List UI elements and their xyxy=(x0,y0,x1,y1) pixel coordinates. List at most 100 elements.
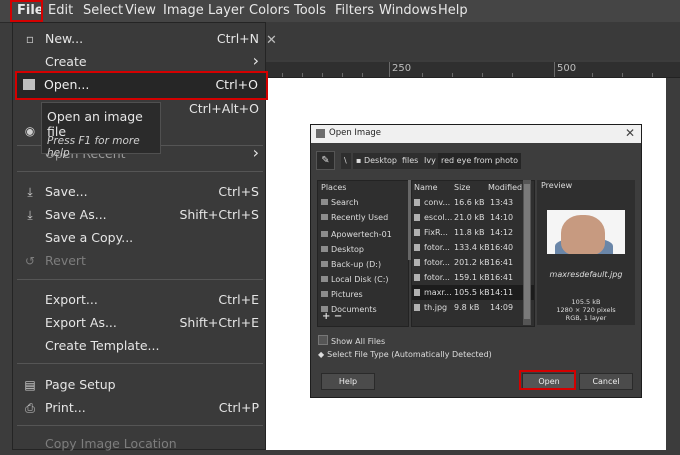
menu-item-new[interactable]: ▫ New... Ctrl+N xyxy=(13,28,267,50)
menu-item-label: Save As... xyxy=(45,207,107,222)
menu-item-export-as[interactable]: Export As... Shift+Ctrl+E xyxy=(13,312,267,334)
menu-colors[interactable]: Colors xyxy=(249,3,290,18)
dialog-titlebar: Open Image ✕ xyxy=(311,125,641,143)
menu-image[interactable]: Image xyxy=(163,3,204,18)
menu-edit[interactable]: Edit xyxy=(48,3,73,18)
menu-item-create-template[interactable]: Create Template... xyxy=(13,335,267,357)
preview-size: 105.5 kB xyxy=(571,298,601,306)
menu-item-label: Copy Image Location xyxy=(45,436,177,451)
breadcrumb-back[interactable]: \ xyxy=(341,153,351,169)
column-header-size[interactable]: Size xyxy=(454,181,470,194)
folder-icon xyxy=(321,231,328,237)
place-drive-c[interactable]: Local Disk (C:) xyxy=(318,272,408,287)
menu-item-label: Page Setup xyxy=(45,377,116,392)
cancel-button[interactable]: Cancel xyxy=(579,373,633,390)
file-size: 201.2 kB xyxy=(454,258,490,267)
menu-item-export[interactable]: Export... Ctrl+E xyxy=(13,289,267,311)
preview-thumbnail[interactable] xyxy=(547,210,625,254)
menu-item-accel: Ctrl+N xyxy=(216,31,259,46)
checkbox-box[interactable] xyxy=(318,335,328,345)
ruler-minor-tick xyxy=(362,73,363,77)
menu-view[interactable]: View xyxy=(125,3,156,18)
place-drive-d[interactable]: Back-up (D:) xyxy=(318,257,408,272)
column-header-name[interactable]: Name xyxy=(414,181,438,194)
ruler-minor-tick xyxy=(652,73,653,77)
file-list-scrollbar[interactable] xyxy=(523,180,531,325)
file-row[interactable]: escol... 21.0 kB 14:10 xyxy=(412,210,534,225)
file-list: Name Size Modified conv... 16.6 kB 13:43 e… xyxy=(411,180,535,327)
thumbnail-face xyxy=(561,215,605,254)
place-search[interactable]: Search xyxy=(318,195,408,210)
menu-item-open[interactable]: Open... Ctrl+O xyxy=(15,71,268,100)
place-pictures[interactable]: Pictures xyxy=(318,287,408,302)
search-icon xyxy=(321,199,328,205)
menu-item-accel: Ctrl+E xyxy=(218,292,259,307)
page-setup-icon: ▤ xyxy=(24,378,36,392)
menu-item-label: Print... xyxy=(45,400,86,415)
show-all-files-checkbox[interactable]: Show All Files xyxy=(318,335,385,346)
file-row[interactable]: fotor... 133.4 kB 16:40 xyxy=(412,240,534,255)
breadcrumb-current[interactable]: red eye from photo xyxy=(438,153,522,169)
menu-select[interactable]: Select xyxy=(83,3,123,18)
image-file-icon xyxy=(414,214,420,221)
file-menu-highlight xyxy=(10,0,43,22)
menu-windows[interactable]: Windows xyxy=(379,3,437,18)
place-label: Back-up (D:) xyxy=(331,260,382,269)
add-remove-bookmark-buttons[interactable]: + − xyxy=(322,311,342,322)
image-file-icon xyxy=(414,274,420,281)
close-icon[interactable]: ✕ xyxy=(625,126,635,140)
preview-header: Preview xyxy=(541,181,573,190)
file-name: conv... xyxy=(424,198,451,207)
file-row[interactable]: fotor... 159.1 kB 16:41 xyxy=(412,270,534,285)
menu-item-save-copy[interactable]: Save a Copy... xyxy=(13,227,267,249)
scrollbar-thumb[interactable] xyxy=(524,184,530,319)
image-file-icon xyxy=(414,244,420,251)
chevron-right-icon: › xyxy=(252,143,259,162)
ruler-minor-tick xyxy=(482,73,483,77)
file-row[interactable]: FixR... 11.8 kB 14:12 xyxy=(412,225,534,240)
open-folder-icon xyxy=(23,79,35,90)
file-row-selected[interactable]: maxr... 105.5 kB 14:11 xyxy=(412,285,534,300)
file-row[interactable]: conv... 16.6 kB 13:43 xyxy=(412,195,534,210)
breadcrumb-ivy[interactable]: Ivy xyxy=(421,153,439,169)
menu-item-save[interactable]: ⤓ Save... Ctrl+S xyxy=(13,181,267,203)
image-file-icon xyxy=(414,229,420,236)
revert-icon: ↺ xyxy=(24,254,36,268)
menu-item-print[interactable]: ⎙ Print... Ctrl+P xyxy=(13,397,267,419)
file-modified: 16:41 xyxy=(490,273,514,282)
drive-icon xyxy=(321,276,328,282)
folder-icon xyxy=(321,246,328,252)
place-desktop[interactable]: Desktop xyxy=(318,242,408,257)
menu-item-save-as[interactable]: ⤓ Save As... Shift+Ctrl+S xyxy=(13,204,267,226)
breadcrumb-desktop[interactable]: ▪ Desktop xyxy=(353,153,400,169)
breadcrumb-files[interactable]: files xyxy=(399,153,422,169)
ruler-tick xyxy=(389,62,390,77)
place-home[interactable]: Apowertech-01 xyxy=(318,227,408,242)
file-size: 9.8 kB xyxy=(454,303,480,312)
help-button[interactable]: Help xyxy=(321,373,375,390)
ruler-minor-tick xyxy=(342,73,343,77)
menu-help[interactable]: Help xyxy=(438,3,468,18)
type-location-button[interactable]: ✎ xyxy=(316,151,335,170)
menu-item-create[interactable]: Create › xyxy=(13,51,267,73)
column-header-modified[interactable]: Modified xyxy=(488,181,522,194)
place-recent[interactable]: Recently Used xyxy=(318,210,408,225)
close-tab-icon[interactable]: ✕ xyxy=(266,33,277,48)
file-row[interactable]: fotor... 201.2 kB 16:41 xyxy=(412,255,534,270)
checkbox-label: Show All Files xyxy=(331,337,386,346)
menu-item-page-setup[interactable]: ▤ Page Setup xyxy=(13,374,267,396)
menu-layer[interactable]: Layer xyxy=(208,3,244,18)
select-file-type-expander[interactable]: ◆ Select File Type (Automatically Detecte… xyxy=(318,350,492,359)
preview-mode: RGB, 1 layer xyxy=(565,314,607,322)
print-icon: ⎙ xyxy=(25,401,35,415)
file-modified: 14:12 xyxy=(490,228,514,237)
file-name: fotor... xyxy=(424,273,450,282)
file-modified: 14:09 xyxy=(490,303,514,312)
file-row[interactable]: th.jpg 9.8 kB 14:09 xyxy=(412,300,534,315)
preview-dimensions: 1280 × 720 pixels xyxy=(556,306,616,314)
menu-tools[interactable]: Tools xyxy=(294,3,326,18)
file-modified: 14:10 xyxy=(490,213,514,222)
menu-item-accel: Ctrl+Alt+O xyxy=(189,101,259,116)
menu-item-label: Save a Copy... xyxy=(45,230,134,245)
menu-filters[interactable]: Filters xyxy=(335,3,374,18)
